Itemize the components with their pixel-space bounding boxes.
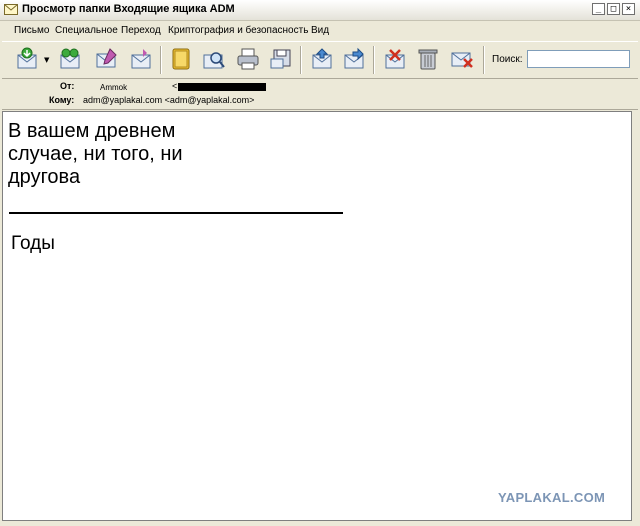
mail-window: Просмотр папки Входящие ящика ADM _ □ × … [0,0,640,526]
from-label: От: [60,81,75,91]
print-icon[interactable] [235,46,261,72]
menu-crypto[interactable]: Криптография и безопасность [168,25,308,36]
minimize-button[interactable]: _ [592,3,605,15]
get-mail-dropdown-icon[interactable]: ▼ [44,56,49,64]
new-message-icon[interactable] [94,46,120,72]
message-text: В вашем древнем случае, ни того, ни друг… [8,120,183,189]
search-input[interactable] [527,50,630,68]
menu-special[interactable]: Специальное [55,25,118,36]
trash-icon[interactable] [415,46,441,72]
search-label: Поиск: [492,54,523,65]
toolbar-separator [160,46,162,74]
search-messages-icon[interactable] [201,46,227,72]
send-receive-icon[interactable] [57,46,83,72]
title-bar[interactable]: Просмотр папки Входящие ящика ADM _ □ × [0,0,640,21]
message-line: другова [8,166,81,188]
from-name[interactable]: Ammok [100,83,127,92]
delete-icon[interactable] [449,46,475,72]
from-email-open: < [172,81,178,91]
menu-go[interactable]: Переход [121,25,161,36]
next-icon[interactable] [341,46,367,72]
previous-icon[interactable] [309,46,335,72]
get-mail-icon[interactable] [14,46,40,72]
message-header: От: Ammok < Кому: adm@yaplakal.com <adm@… [2,79,638,110]
menu-view[interactable]: Вид [311,25,329,36]
address-book-icon[interactable] [168,46,194,72]
toolbar-separator [483,46,485,74]
signature-text: Годы [11,233,55,254]
menu-letter[interactable]: Письмо [14,25,49,36]
to-value[interactable]: adm@yaplakal.com <adm@yaplakal.com> [83,95,254,105]
mark-spam-icon[interactable] [382,46,408,72]
mail-app-icon [4,4,18,15]
message-body[interactable]: В вашем древнем случае, ни того, ни друг… [2,111,632,521]
signature-separator [9,212,343,214]
to-label: Кому: [49,95,75,105]
reply-icon[interactable] [128,46,154,72]
menu-bar: Письмо Специальное Переход Криптография … [0,21,640,40]
watermark-logo: YAPLAKAL.COM [498,490,606,505]
redacted-email [178,83,266,91]
toolbar-separator [300,46,302,74]
scrollbar-track[interactable] [632,111,638,521]
toolbar-separator [373,46,375,74]
close-button[interactable]: × [622,3,635,15]
window-title: Просмотр папки Входящие ящика ADM [22,3,235,15]
message-line: В вашем древнем [8,120,176,142]
message-line: случае, ни того, ни [8,143,183,165]
save-icon[interactable] [268,46,294,72]
toolbar: ▼ Поиск: [2,41,638,79]
maximize-button[interactable]: □ [607,3,620,15]
